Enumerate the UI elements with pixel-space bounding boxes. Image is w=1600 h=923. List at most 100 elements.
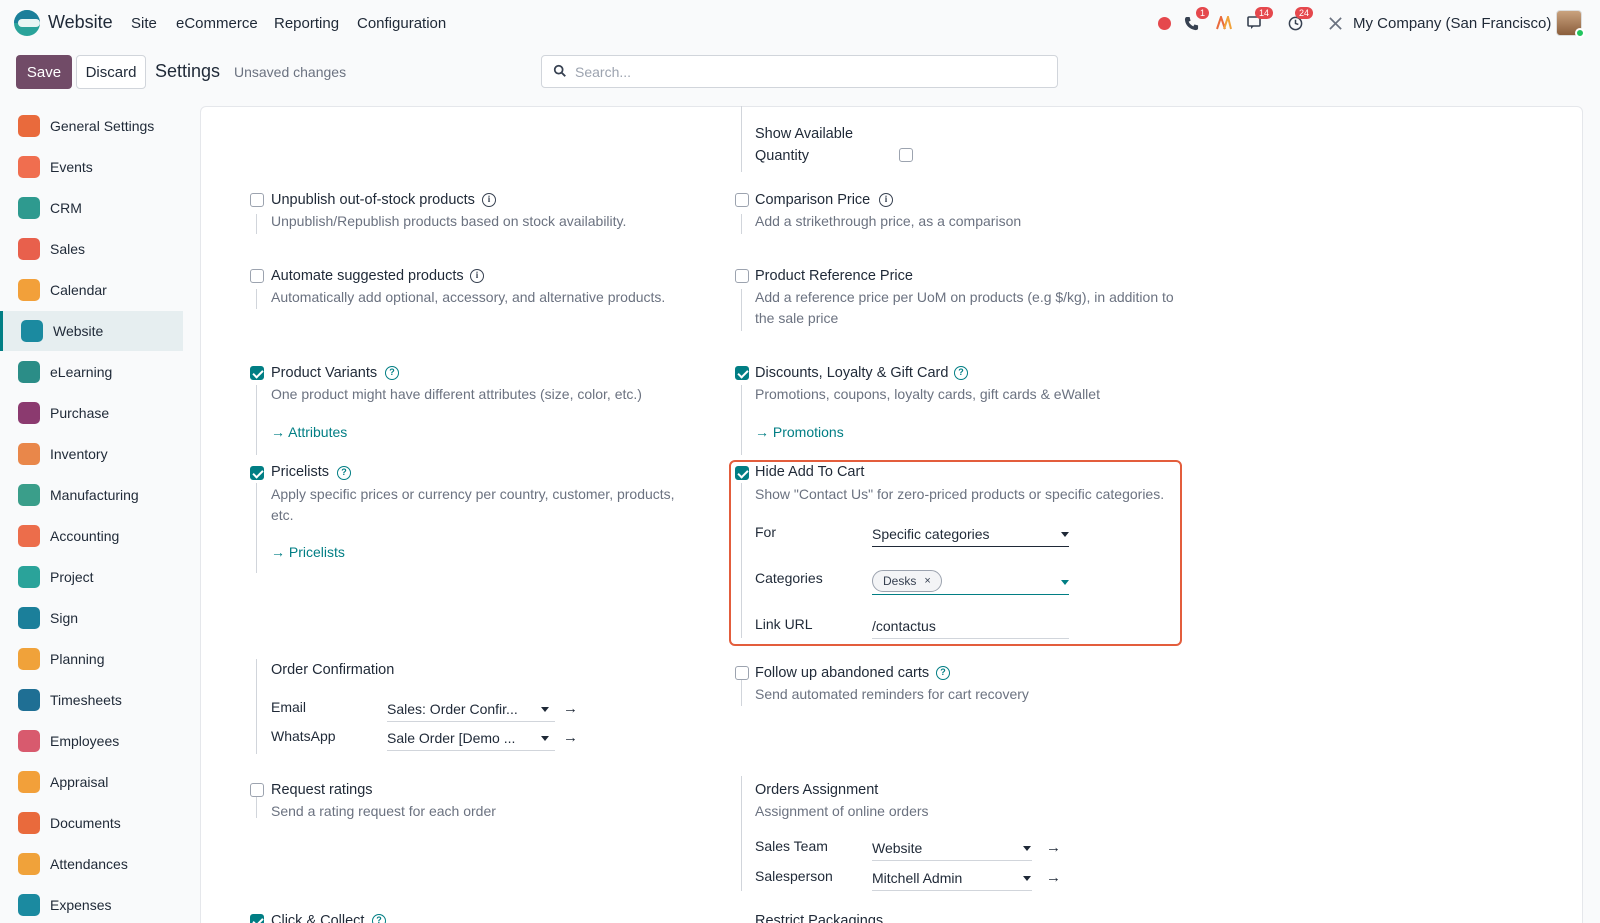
request-ratings-title: Request ratings (271, 782, 373, 798)
internal-link-icon[interactable]: → (1046, 869, 1061, 886)
chevron-down-icon[interactable] (1023, 846, 1031, 851)
sidebar-item-label: Purchase (50, 405, 110, 421)
orders-assignment-title: Orders Assignment (755, 782, 879, 798)
sidebar-item-inventory[interactable]: Inventory (0, 434, 183, 474)
sidebar-item-attendances[interactable]: Attendances (0, 844, 183, 884)
save-button[interactable]: Save (16, 55, 72, 89)
email-template-select[interactable]: Sales: Order Confir... (387, 701, 555, 722)
attributes-link[interactable]: → Attributes (271, 424, 347, 440)
chevron-down-icon[interactable] (1061, 532, 1069, 537)
sidebar-item-general-settings[interactable]: General Settings (0, 106, 183, 146)
discounts-checkbox[interactable] (735, 366, 749, 380)
whatsapp-label: WhatsApp (271, 728, 336, 744)
restrict-packagings-title: Restrict Packagings (755, 913, 884, 923)
unpublish-oos-desc: Unpublish/Republish products based on st… (271, 213, 627, 229)
chat-icon[interactable]: 14 (1245, 7, 1273, 33)
sidebar-item-website[interactable]: Website (0, 311, 183, 351)
comparison-price-desc: Add a strikethrough price, as a comparis… (755, 213, 1022, 229)
sidebar-item-employees[interactable]: Employees (0, 721, 183, 761)
app-title[interactable]: Website (48, 12, 113, 33)
chevron-down-icon[interactable] (541, 707, 549, 712)
sidebar-item-events[interactable]: Events (0, 147, 183, 187)
internal-link-icon[interactable]: → (1046, 839, 1061, 856)
automate-suggested-checkbox[interactable] (250, 269, 264, 283)
info-icon[interactable]: i (482, 193, 496, 207)
sidebar-item-label: CRM (50, 200, 82, 216)
internal-link-icon[interactable]: → (563, 729, 578, 746)
help-icon[interactable]: ? (936, 666, 950, 680)
record-icon[interactable] (1154, 13, 1174, 33)
ai-icon[interactable] (1214, 13, 1234, 33)
sidebar-item-planning[interactable]: Planning (0, 639, 183, 679)
product-ref-price-checkbox[interactable] (735, 269, 749, 283)
page-title: Settings (155, 61, 221, 81)
sidebar-item-label: Employees (50, 733, 120, 749)
show-available-qty-checkbox[interactable] (899, 148, 913, 162)
sidebar-item-documents[interactable]: Documents (0, 803, 183, 843)
sidebar-item-sales[interactable]: Sales (0, 229, 183, 269)
chevron-down-icon[interactable] (1023, 876, 1031, 881)
sidebar-item-expenses[interactable]: Expenses (0, 885, 183, 923)
sidebar-item-purchase[interactable]: Purchase (0, 393, 183, 433)
salesperson-select[interactable]: Mitchell Admin (872, 870, 1032, 891)
company-switcher[interactable]: My Company (San Francisco) (1353, 15, 1551, 32)
sidebar-item-accounting[interactable]: Accounting (0, 516, 183, 556)
sidebar-item-appraisal[interactable]: Appraisal (0, 762, 183, 802)
search-box[interactable] (541, 55, 1058, 88)
attendances-icon (18, 853, 40, 875)
internal-link-icon[interactable]: → (563, 700, 578, 717)
sidebar-item-sign[interactable]: Sign (0, 598, 183, 638)
request-ratings-checkbox[interactable] (250, 783, 264, 797)
automate-suggested-desc: Automatically add optional, accessory, a… (271, 289, 666, 305)
unpublish-oos-checkbox[interactable] (250, 193, 264, 207)
automate-suggested-title: Automate suggested products (271, 268, 464, 284)
request-ratings-desc: Send a rating request for each order (271, 803, 496, 819)
discard-button[interactable]: Discard (76, 55, 146, 89)
sidebar-item-timesheets[interactable]: Timesheets (0, 680, 183, 720)
phone-icon[interactable]: 1 (1181, 7, 1209, 33)
hide-add-to-cart-checkbox[interactable] (735, 466, 749, 480)
for-select[interactable]: Specific categories (872, 526, 1069, 547)
menu-ecommerce[interactable]: eCommerce (176, 15, 258, 32)
sidebar-item-manufacturing[interactable]: Manufacturing (0, 475, 183, 515)
website-app-icon[interactable] (14, 10, 40, 36)
whatsapp-template-select[interactable]: Sale Order [Demo ... (387, 730, 555, 751)
help-icon[interactable]: ? (385, 366, 399, 380)
chevron-down-icon[interactable] (1061, 580, 1069, 585)
divider (741, 106, 742, 172)
activity-clock-icon[interactable]: 24 (1285, 7, 1313, 33)
sidebar-item-elearning[interactable]: eLearning (0, 352, 183, 392)
comparison-price-checkbox[interactable] (735, 193, 749, 207)
info-icon[interactable]: i (879, 193, 893, 207)
sales-team-select[interactable]: Website (872, 840, 1032, 861)
chevron-down-icon[interactable] (541, 736, 549, 741)
sidebar-item-calendar[interactable]: Calendar (0, 270, 183, 310)
appraisal-icon (18, 771, 40, 793)
pricelists-link[interactable]: → Pricelists (271, 544, 345, 560)
product-variants-checkbox[interactable] (250, 366, 264, 380)
help-icon[interactable]: ? (372, 914, 386, 923)
sales-icon (18, 238, 40, 260)
promotions-link[interactable]: → Promotions (755, 424, 844, 440)
category-tag-label: Desks (883, 574, 917, 588)
pricelists-checkbox[interactable] (250, 466, 264, 480)
follow-up-carts-checkbox[interactable] (735, 666, 749, 680)
link-url-input[interactable]: /contactus (872, 618, 1069, 639)
info-icon[interactable]: i (470, 269, 484, 283)
search-input[interactable] (575, 62, 1045, 82)
menu-configuration[interactable]: Configuration (357, 15, 446, 32)
sidebar-item-label: Appraisal (50, 774, 109, 790)
tools-icon[interactable] (1325, 13, 1345, 33)
help-icon[interactable]: ? (337, 466, 351, 480)
top-navbar: Website Site eCommerce Reporting Configu… (0, 0, 1600, 46)
sidebar-item-label: General Settings (50, 118, 155, 134)
menu-site[interactable]: Site (131, 15, 157, 32)
sidebar-item-project[interactable]: Project (0, 557, 183, 597)
help-icon[interactable]: ? (954, 366, 968, 380)
crm-icon (18, 197, 40, 219)
click-collect-checkbox[interactable] (250, 914, 264, 923)
close-icon[interactable]: × (924, 571, 930, 591)
sidebar-item-label: Planning (50, 651, 105, 667)
sidebar-item-crm[interactable]: CRM (0, 188, 183, 228)
menu-reporting[interactable]: Reporting (274, 15, 339, 32)
